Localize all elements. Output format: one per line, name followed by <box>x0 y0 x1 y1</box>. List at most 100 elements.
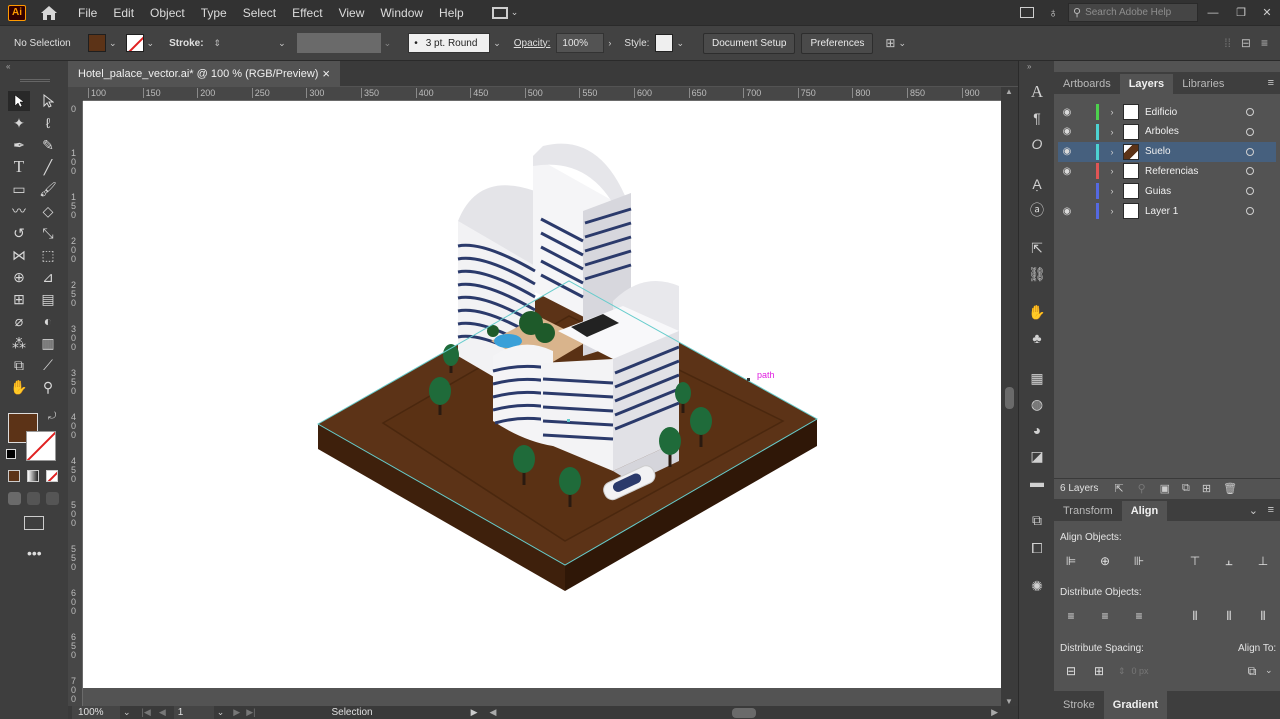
hotel-illustration[interactable]: path <box>83 101 1001 688</box>
align-collapse-icon[interactable]: ⌄ <box>1249 504 1258 517</box>
menu-help[interactable]: Help <box>431 6 472 20</box>
align-bottom-icon[interactable]: ⊥ <box>1255 553 1271 569</box>
delete-layer-icon[interactable]: 🗑 <box>1223 482 1237 495</box>
variable-width-dropdown-icon[interactable]: ⌄ <box>384 38 392 49</box>
layer-name[interactable]: Referencias <box>1145 166 1246 177</box>
visibility-eye-icon[interactable]: ◉ <box>1058 206 1076 217</box>
restore-button[interactable]: ❐ <box>1228 6 1254 19</box>
artboard-canvas[interactable]: path <box>83 101 1001 688</box>
layer-name[interactable]: Arboles <box>1145 126 1246 137</box>
opacity-arrow-icon[interactable]: › <box>608 38 611 48</box>
status-arrow-icon[interactable]: ▶ <box>471 707 478 718</box>
slice-tool-icon[interactable]: ⟋ <box>37 355 59 375</box>
distribute-right-icon[interactable]: ⦀ <box>1255 608 1271 624</box>
menu-object[interactable]: Object <box>142 6 193 20</box>
pathfinder-icon[interactable]: ⧉ <box>1027 511 1047 529</box>
arrange-icon[interactable] <box>1020 7 1035 18</box>
vertical-scrollbar[interactable]: ▲ ▼ <box>1001 87 1018 706</box>
locate-object-icon[interactable]: ⚲ <box>1138 482 1146 495</box>
symbol-sprayer-tool-icon[interactable]: ⁂ <box>8 333 30 353</box>
home-icon[interactable] <box>40 5 58 21</box>
scroll-thumb[interactable] <box>1005 387 1014 409</box>
align-menu-icon[interactable]: ≡ <box>1268 504 1274 516</box>
color-mode-icon[interactable] <box>8 470 20 482</box>
target-circle-icon[interactable] <box>1246 108 1254 116</box>
draw-normal-icon[interactable] <box>8 492 21 505</box>
scroll-down-icon[interactable]: ▼ <box>1005 697 1013 706</box>
fill-dropdown-icon[interactable]: ⌄ <box>109 38 117 49</box>
fill-swatch[interactable] <box>88 34 106 52</box>
export-layers-icon[interactable]: ⇱ <box>1114 482 1123 495</box>
stroke-weight-dropdown-icon[interactable]: ⌄ <box>278 38 286 49</box>
shape-builder-tool-icon[interactable]: ⊕ <box>8 267 30 287</box>
swatches-icon[interactable]: ▦ <box>1027 369 1047 387</box>
tools-collapse-icon[interactable]: « <box>6 62 10 71</box>
scale-tool-icon[interactable]: ⤡ <box>37 223 59 243</box>
artboard-field[interactable]: 1 <box>173 706 214 719</box>
tab-libraries[interactable]: Libraries <box>1173 74 1233 94</box>
appearance-icon[interactable]: ◍ <box>1027 395 1047 413</box>
minimize-button[interactable]: — <box>1198 7 1228 19</box>
screen-mode-icon[interactable] <box>24 516 44 530</box>
menu-window[interactable]: Window <box>372 6 431 20</box>
target-circle-icon[interactable] <box>1246 127 1254 136</box>
layer-row[interactable]: ◉ › Suelo <box>1058 141 1276 162</box>
last-artboard-icon[interactable]: ▶| <box>246 707 255 718</box>
menu-edit[interactable]: Edit <box>105 6 142 20</box>
search-input[interactable]: Search Adobe Help <box>1085 7 1171 18</box>
distribute-left-icon[interactable]: ⦀ <box>1187 608 1203 624</box>
puppet-warp-icon[interactable]: ✋ <box>1027 303 1047 321</box>
direct-selection-tool-icon[interactable] <box>37 91 59 111</box>
expand-arrow-icon[interactable]: › <box>1105 186 1119 196</box>
document-tab[interactable]: Hotel_palace_vector.ai* @ 100 % (RGB/Pre… <box>68 61 340 86</box>
layer-name[interactable]: Suelo <box>1145 146 1246 157</box>
blend-tool-icon[interactable]: ◐ <box>37 311 59 331</box>
visibility-eye-icon[interactable]: ◉ <box>1058 126 1076 137</box>
brush-field[interactable]: • 3 pt. Round <box>408 33 491 53</box>
tab-transform[interactable]: Transform <box>1054 501 1122 521</box>
align-right-icon[interactable]: ⊪ <box>1131 553 1147 569</box>
brushes-icon[interactable]: ▬ <box>1027 473 1047 491</box>
lasso-tool-icon[interactable]: ℓ <box>37 113 59 133</box>
stroke-weight-field[interactable] <box>221 33 276 53</box>
align-to-selection-icon[interactable]: ⧉ <box>1244 663 1260 679</box>
workspace-grid-icon[interactable] <box>491 6 508 19</box>
swap-colors-icon[interactable]: ⤾ <box>48 411 56 422</box>
brush-dropdown-icon[interactable]: ⌄ <box>493 38 501 49</box>
selection-tool-icon[interactable] <box>8 91 30 111</box>
opentype-icon[interactable]: O <box>1027 135 1047 153</box>
distribute-hcenter-icon[interactable]: ⦀ <box>1221 608 1237 624</box>
line-tool-icon[interactable]: ╱ <box>37 157 59 177</box>
type-tool-icon[interactable]: T <box>8 157 30 177</box>
layer-name[interactable]: Edificio <box>1145 107 1246 118</box>
rotate-tool-icon[interactable]: ↺ <box>8 223 30 243</box>
distribute-top-icon[interactable]: ≡ <box>1063 608 1079 624</box>
align-to-dropdown-icon[interactable]: ⌄ <box>1265 665 1273 676</box>
character-icon[interactable]: A <box>1027 82 1047 101</box>
touch-type-icon[interactable]: ⓐ <box>1027 201 1047 219</box>
menu-select[interactable]: Select <box>235 6 284 20</box>
target-circle-icon[interactable] <box>1246 147 1254 156</box>
hscroll-left-icon[interactable]: ◀ <box>490 707 497 718</box>
prev-artboard-icon[interactable]: ◀ <box>159 707 166 718</box>
scroll-up-icon[interactable]: ▲ <box>1005 87 1013 96</box>
width-tool-icon[interactable]: ⋈ <box>8 245 30 265</box>
tab-stroke[interactable]: Stroke <box>1054 691 1104 719</box>
layer-name[interactable]: Layer 1 <box>1145 206 1246 217</box>
target-circle-icon[interactable] <box>1246 167 1254 176</box>
more-tools-icon[interactable]: ••• <box>27 545 42 561</box>
layer-row[interactable]: ◉ › Arboles <box>1058 122 1276 142</box>
export-icon[interactable]: ⇱ <box>1027 239 1047 257</box>
hscroll-right-icon[interactable]: ▶ <box>991 707 998 718</box>
panel-menu-icon[interactable]: ≡ <box>1268 77 1274 89</box>
expand-arrow-icon[interactable]: › <box>1105 206 1119 216</box>
transform-icon[interactable]: ⊟ <box>1241 36 1251 50</box>
layer-row[interactable]: ◉ › Layer 1 <box>1058 201 1276 221</box>
menu-effect[interactable]: Effect <box>284 6 330 20</box>
mesh-tool-icon[interactable]: ⊞ <box>8 289 30 309</box>
expand-arrow-icon[interactable]: › <box>1105 107 1119 117</box>
image-trace-icon[interactable]: ✺ <box>1027 577 1047 595</box>
zoom-field[interactable]: 100% <box>72 706 120 719</box>
vertical-spacing-icon[interactable]: ⊟ <box>1063 663 1079 679</box>
target-circle-icon[interactable] <box>1246 187 1254 196</box>
